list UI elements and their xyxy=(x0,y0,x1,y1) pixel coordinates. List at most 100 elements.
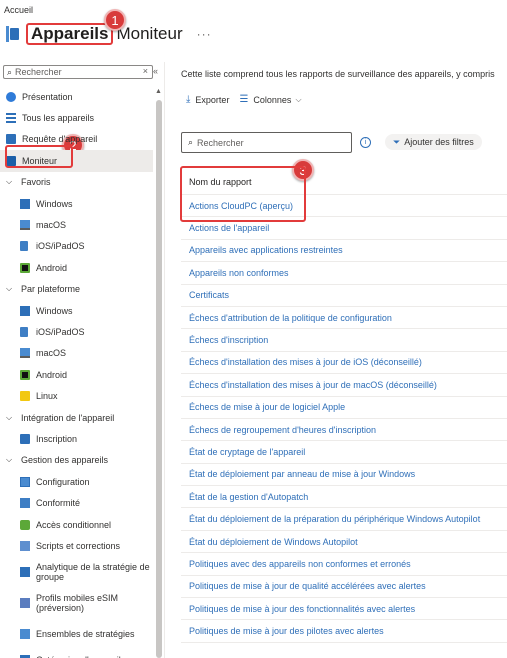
sidebar-item-conformite[interactable]: Conformité xyxy=(0,492,160,513)
windows-icon xyxy=(20,305,30,316)
columns-button[interactable]: ☰ Colonnes ⌵ xyxy=(239,94,301,105)
report-link[interactable]: Échecs d'installation des mises à jour d… xyxy=(189,357,422,367)
clear-icon[interactable]: × xyxy=(143,66,148,76)
breadcrumb[interactable]: Accueil xyxy=(4,5,33,15)
conditional-access-icon xyxy=(20,519,30,530)
sidebar-item-label: Par plateforme xyxy=(21,284,81,295)
android-icon xyxy=(20,262,30,273)
sidebar-group-integration-de-l-appareil[interactable]: ⌵ Intégration de l'appareil xyxy=(0,407,160,428)
sidebar-item-ensembles-de-strategies[interactable]: Ensembles de stratégies xyxy=(0,619,160,650)
report-link[interactable]: Politiques avec des appareils non confor… xyxy=(189,559,411,569)
sidebar-item-macos[interactable]: macOS xyxy=(0,343,160,364)
policy-sets-icon xyxy=(20,629,30,640)
list-icon xyxy=(6,113,16,124)
compliance-icon xyxy=(20,498,30,509)
report-link[interactable]: Politiques de mise à jour des pilotes av… xyxy=(189,626,384,636)
sidebar-item-label: Profils mobiles eSIM (préversion) xyxy=(36,593,119,614)
android-icon xyxy=(20,369,30,380)
sidebar-item-categories-d-appareil[interactable]: Catégories d'appareil xyxy=(0,650,160,658)
collapse-sidebar-icon[interactable]: « xyxy=(153,66,158,76)
sidebar-scrollbar[interactable]: ▲ xyxy=(155,86,162,658)
sidebar-item-presentation[interactable]: Présentation xyxy=(0,86,160,107)
report-link[interactable]: Échecs de mise à jour de logiciel Apple xyxy=(189,402,345,412)
windows-icon xyxy=(20,198,30,209)
export-label: Exporter xyxy=(195,94,230,105)
sidebar-group-favoris[interactable]: ⌵ Favoris xyxy=(0,172,160,193)
report-link[interactable]: État du déploiement de Windows Autopilot xyxy=(189,537,358,547)
sidebar-group-par-plateforme[interactable]: ⌵ Par plateforme xyxy=(0,279,160,300)
sidebar-item-configuration[interactable]: Configuration xyxy=(0,471,160,492)
table-row: Appareils non conformes xyxy=(181,262,507,285)
sidebar-item-windows[interactable]: Windows xyxy=(0,193,160,214)
sidebar-item-label: Android xyxy=(36,262,68,273)
more-options-button[interactable]: ··· xyxy=(197,27,212,41)
report-link[interactable]: État de déploiement par anneau de mise à… xyxy=(189,469,415,479)
sidebar-group-gestion-des-appareils[interactable]: ⌵ Gestion des appareils xyxy=(0,450,160,471)
analytics-icon xyxy=(20,567,30,578)
sidebar-item-scripts-et-corrections[interactable]: Scripts et corrections xyxy=(0,535,160,556)
sidebar-item-android[interactable]: Android xyxy=(0,364,160,385)
table-row: Échecs de regroupement d'heures d'inscri… xyxy=(181,419,507,442)
macos-icon xyxy=(20,348,30,359)
sidebar-item-analytique-de-la-strategie-de-groupe[interactable]: Analytique de la stratégie de groupe xyxy=(0,557,160,588)
table-row: Politiques avec des appareils non confor… xyxy=(181,553,507,576)
table-row: Échecs d'inscription xyxy=(181,329,507,352)
sidebar-item-label: macOS xyxy=(36,348,67,359)
report-link[interactable]: Appareils avec applications restreintes xyxy=(189,245,343,255)
ios-icon xyxy=(20,241,28,252)
sidebar-item-label: Présentation xyxy=(22,91,73,102)
enrollment-icon xyxy=(20,433,30,444)
annotation-badge-1: 1 xyxy=(104,9,126,31)
ios-icon xyxy=(20,326,28,337)
chevron-down-icon[interactable]: ⌵ xyxy=(6,284,16,294)
info-icon[interactable]: i xyxy=(360,137,371,148)
sidebar-item-label: Linux xyxy=(36,391,58,402)
report-link[interactable]: Certificats xyxy=(189,290,229,300)
sidebar-item-label: Gestion des appareils xyxy=(21,455,109,466)
sidebar-item-label: Scripts et corrections xyxy=(36,540,121,551)
sidebar-item-label: Windows xyxy=(36,198,73,209)
chevron-down-icon[interactable]: ⌵ xyxy=(6,455,16,465)
export-button[interactable]: ⤓ Exporter xyxy=(186,94,229,105)
sidebar-item-label: Requête d'appareil xyxy=(22,134,98,145)
sidebar-item-label: Conformité xyxy=(36,498,81,509)
report-link[interactable]: Politiques de mise à jour des fonctionna… xyxy=(189,604,415,614)
report-link[interactable]: Échecs d'installation des mises à jour d… xyxy=(189,380,437,390)
report-link[interactable]: Échecs d'inscription xyxy=(189,335,268,345)
sidebar-item-linux[interactable]: Linux xyxy=(0,385,160,406)
add-filters-button[interactable]: ⏷ Ajouter des filtres xyxy=(385,134,482,150)
report-link[interactable]: Échecs d'attribution de la politique de … xyxy=(189,313,392,323)
report-link[interactable]: Politiques de mise à jour de qualité acc… xyxy=(189,581,426,591)
sidebar-item-windows[interactable]: Windows xyxy=(0,300,160,321)
sidebar-item-inscription[interactable]: Inscription xyxy=(0,428,160,449)
table-row: Échecs de mise à jour de logiciel Apple xyxy=(181,397,507,419)
report-link[interactable]: État de cryptage de l'appareil xyxy=(189,447,305,457)
search-icon: ⌕ xyxy=(7,66,13,77)
table-row: État de cryptage de l'appareil xyxy=(181,441,507,464)
table-row: Échecs d'attribution de la politique de … xyxy=(181,307,507,330)
sidebar-item-android[interactable]: Android xyxy=(0,257,160,278)
sidebar-item-tous-les-appareils[interactable]: Tous les appareils xyxy=(0,107,160,128)
sidebar-item-profils-mobiles-esim-preversion[interactable]: Profils mobiles eSIM (préversion) xyxy=(0,588,160,619)
sidebar-item-label: Inscription xyxy=(36,433,78,444)
sidebar-item-macos[interactable]: macOS xyxy=(0,214,160,235)
sidebar-item-ios-ipados[interactable]: iOS/iPadOS xyxy=(0,236,160,257)
sidebar-item-label: Tous les appareils xyxy=(22,113,95,124)
chevron-down-icon[interactable]: ⌵ xyxy=(6,413,16,423)
report-link[interactable]: Appareils non conformes xyxy=(189,268,289,278)
sidebar-search-input[interactable]: ⌕ Rechercher × xyxy=(3,65,153,79)
chevron-down-icon[interactable]: ⌵ xyxy=(6,177,16,187)
columns-label: Colonnes xyxy=(253,94,292,105)
scrollbar-thumb[interactable] xyxy=(156,100,162,658)
table-row: État de la gestion d'Autopatch xyxy=(181,486,507,509)
search-input[interactable]: ⌕ Rechercher xyxy=(181,132,352,153)
report-link[interactable]: Actions de l'appareil xyxy=(189,223,269,233)
chevron-down-icon: ⌵ xyxy=(295,94,302,104)
report-link[interactable]: Échecs de regroupement d'heures d'inscri… xyxy=(189,425,376,435)
sidebar-item-label: Accès conditionnel xyxy=(36,519,112,530)
sidebar-item-ios-ipados[interactable]: iOS/iPadOS xyxy=(0,321,160,342)
scroll-up-icon[interactable]: ▲ xyxy=(155,88,162,95)
report-link[interactable]: État du déploiement de la préparation du… xyxy=(189,514,480,524)
sidebar-item-acces-conditionnel[interactable]: Accès conditionnel xyxy=(0,514,160,535)
report-link[interactable]: État de la gestion d'Autopatch xyxy=(189,492,308,502)
